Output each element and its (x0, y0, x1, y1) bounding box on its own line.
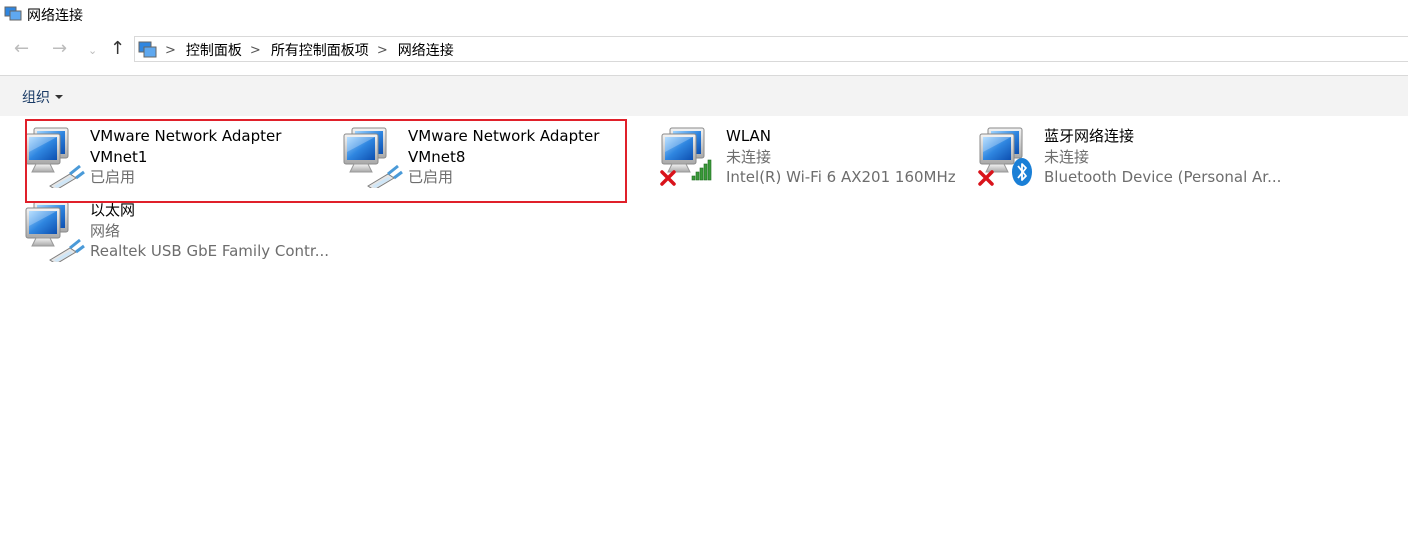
address-bar[interactable]: > 控制面板 > 所有控制面板项 > 网络连接 (134, 36, 1408, 62)
connection-name: 蓝牙网络连接 (1044, 127, 1135, 145)
breadcrumb-all-items[interactable]: 所有控制面板项 (271, 40, 369, 60)
chevron-right-icon: > (376, 42, 388, 58)
connection-device: Intel(R) Wi-Fi 6 AX201 160MHz (726, 168, 956, 186)
connection-device: Bluetooth Device (Personal Ar... (1044, 168, 1282, 186)
navigation-bar: ← → ⌄ ↑ > 控制面板 > 所有控制面板项 > 网络连接 (0, 34, 1408, 66)
connection-name: WLAN (726, 127, 772, 145)
title-bar: 网络连接 (0, 0, 1408, 30)
connection-status: 未连接 (1044, 147, 1090, 166)
chevron-down-icon[interactable]: ⌄ (88, 40, 97, 62)
breadcrumb: > 控制面板 > 所有控制面板项 > 网络连接 (165, 40, 454, 60)
organize-button[interactable]: 组织 (22, 87, 63, 107)
wifi-adapter-icon (660, 127, 712, 186)
arrow-up-icon[interactable]: ↑ (110, 38, 125, 60)
connection-name: 以太网 (90, 201, 136, 219)
network-connections-icon (4, 6, 22, 21)
chevron-right-icon: > (165, 42, 176, 58)
command-toolbar: 组织 (0, 75, 1408, 116)
connection-status: 网络 (90, 221, 121, 240)
caret-down-icon (55, 95, 63, 99)
connection-status: 未连接 (726, 147, 772, 166)
breadcrumb-network-connections[interactable]: 网络连接 (398, 40, 454, 60)
ethernet-adapter-icon (25, 201, 86, 262)
bluetooth-adapter-icon (978, 127, 1032, 186)
connection-device: Realtek USB GbE Family Contr... (90, 242, 330, 260)
window-title: 网络连接 (27, 8, 83, 24)
control-panel-icon (138, 41, 157, 58)
connection-bluetooth[interactable]: 蓝牙网络连接 未连接 Bluetooth Device (Personal Ar… (978, 126, 1282, 198)
arrow-left-icon[interactable]: ← (14, 38, 29, 60)
connection-ethernet[interactable]: 以太网 网络 Realtek USB GbE Family Contr... (24, 200, 329, 272)
selection-highlight-box (25, 119, 627, 203)
breadcrumb-control-panel[interactable]: 控制面板 (186, 40, 242, 60)
arrow-right-icon[interactable]: → (52, 38, 67, 60)
organize-label: 组织 (22, 90, 50, 106)
chevron-right-icon: > (249, 42, 261, 58)
connection-wlan[interactable]: WLAN 未连接 Intel(R) Wi-Fi 6 AX201 160MHz (660, 126, 960, 198)
